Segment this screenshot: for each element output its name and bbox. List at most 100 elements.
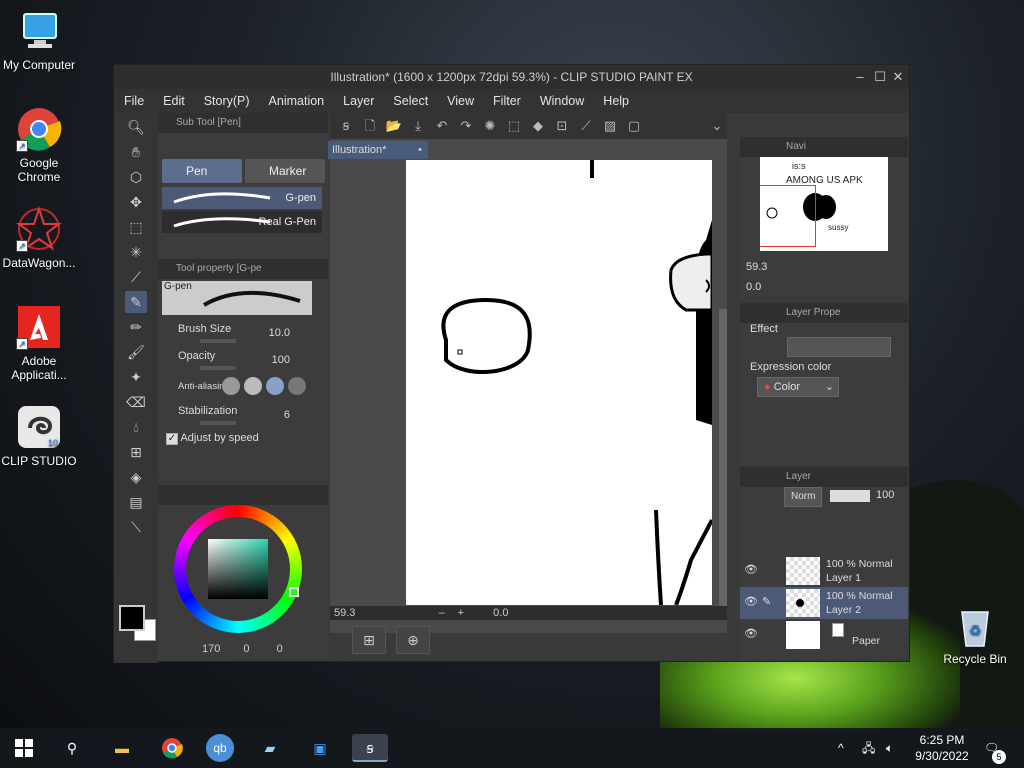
eye-icon[interactable]: 👁︎ [744,563,758,577]
volume-icon[interactable]: 🔈︎ [886,728,893,768]
expression-color-select[interactable]: ● Color ⌄ [757,377,839,397]
canvas-angle-value[interactable]: 0.0 [493,607,508,619]
pencil-tool-icon[interactable]: ✏ [125,316,147,338]
airbrush-icon[interactable]: ✦ [125,366,147,388]
layer-row-paper[interactable]: 👁︎ Paper [740,619,908,651]
brush-real-g-pen[interactable]: Real G-Pen [162,211,322,233]
opacity-row[interactable]: Opacity 100 [162,348,314,373]
eye-icon[interactable]: 👁︎ [744,627,758,641]
layer-row-layer-1[interactable]: 👁︎ 100 % Normal Layer 1 [740,555,908,587]
navigator-angle-value[interactable]: 0.0 [746,281,761,293]
opacity-slider[interactable] [200,366,236,370]
menu-view[interactable]: View [447,94,474,108]
canvas-area[interactable] [330,139,727,633]
undo-icon[interactable]: ↶ [432,116,452,136]
layer-opacity-slider[interactable] [830,490,870,502]
canvas-vertical-scrollbar[interactable] [719,309,727,609]
fill-icon[interactable]: ◆ [528,116,548,136]
clock[interactable]: 6:25 PM 9/30/2022 [912,728,972,764]
control-panel-icon[interactable]: ▣ [306,734,334,762]
clear-selection-icon[interactable]: ⬚ [504,116,524,136]
menu-layer[interactable]: Layer [343,94,374,108]
effect-buttons[interactable] [787,337,891,357]
ruler-icon[interactable]: ⟍ [125,516,147,538]
pen-tool-icon[interactable]: ✎ [125,291,147,313]
canvas-zoom-value[interactable]: 59.3 [334,607,355,619]
new-file-icon[interactable]: 🗋 [360,116,380,136]
eraser-icon[interactable]: ⌫ [125,391,147,413]
auto-select-icon[interactable]: ✳ [125,241,147,263]
desktop-icon-clip-studio[interactable]: 10 CLIP STUDIO [0,404,78,468]
maximize-button[interactable]: ☐ [871,65,889,89]
zoom-in-icon[interactable]: + [458,607,464,619]
zoom-tool-icon[interactable]: 🔍︎ [125,116,147,138]
clip-studio-taskbar-icon[interactable]: ꞩ [352,734,388,762]
chevron-down-icon[interactable]: ⌄ [707,116,727,136]
brush-size-row[interactable]: Brush Size 10.0 [162,321,314,346]
menu-help[interactable]: Help [603,94,629,108]
hue-marker[interactable] [289,587,299,597]
clip-studio-logo-icon[interactable]: ꞩ [336,116,356,136]
brush-size-value[interactable]: 10.0 [269,327,290,339]
figure-icon[interactable]: ⊞ [125,441,147,463]
menu-filter[interactable]: Filter [493,94,521,108]
antialias-medium-icon[interactable] [266,377,284,395]
hand-tool-icon[interactable]: ✋︎ [125,141,147,163]
stabilization-row[interactable]: Stabilization 6 [162,403,314,428]
menu-window[interactable]: Window [540,94,584,108]
eye-icon[interactable]: 👁︎ [744,595,758,609]
blend-mode-select[interactable]: Norm [784,487,822,507]
tab-pen[interactable]: Pen [162,159,242,183]
loading-icon[interactable]: ✺ [480,116,500,136]
eyedropper-icon[interactable]: ⟋ [125,266,147,288]
opacity-value[interactable]: 100 [272,354,290,366]
close-button[interactable]: ✕ [889,65,907,89]
brush-g-pen[interactable]: G-pen [162,187,322,209]
menu-animation[interactable]: Animation [269,94,325,108]
open-folder-icon[interactable]: 📂 [384,116,404,136]
desktop-icon-recycle-bin[interactable]: ♻ Recycle Bin [936,602,1014,666]
hue-wheel[interactable] [174,505,302,633]
adjust-by-speed-row[interactable]: ✓ Adjust by speed [166,432,259,445]
layer-row-layer-2[interactable]: 👁︎ ✎ 100 % Normal Layer 2 [740,587,908,619]
canvas-center-button[interactable]: ⊕ [396,626,430,654]
redo-icon[interactable]: ↷ [456,116,476,136]
navigator-view-frame[interactable] [760,185,816,247]
save-icon[interactable]: ⤓ [408,116,428,136]
navigator-preview[interactable]: is:s AMONG US APK sussy [760,157,888,251]
zoom-out-icon[interactable]: – [438,607,444,619]
move-layer-icon[interactable]: ✥ [125,191,147,213]
desktop-icon-google-chrome[interactable]: ↗ Google Chrome [0,106,78,184]
layer-opacity-value[interactable]: 100 [876,489,894,501]
chrome-taskbar-icon[interactable] [158,734,186,762]
stabilization-slider[interactable] [200,421,236,425]
saturation-value-box[interactable] [208,539,268,599]
file-explorer-icon[interactable]: ▬ [108,734,136,762]
desktop-icon-datawagon[interactable]: ↗ DataWagon... [0,205,78,270]
qbittorrent-icon[interactable]: qb [206,734,234,762]
document-tab[interactable]: Illustration* • [328,141,428,159]
windows-start-icon[interactable] [10,734,38,762]
antialias-strong-icon[interactable] [288,377,306,395]
search-icon[interactable]: ⚲ [58,734,86,762]
drawing-canvas[interactable] [406,160,714,606]
brush-size-slider[interactable] [200,339,236,343]
antialias-weak-icon[interactable] [244,377,262,395]
tab-marker[interactable]: Marker [245,159,325,183]
canvas-fit-button[interactable]: ⊞ [352,626,386,654]
main-color-swatch-front[interactable] [119,605,145,631]
menu-select[interactable]: Select [393,94,428,108]
transform-icon[interactable]: ⊡ [552,116,572,136]
snap-ruler-icon[interactable]: ⟋ [576,116,596,136]
blend-icon[interactable]: 💧︎ [125,416,147,438]
antialias-none-icon[interactable] [222,377,240,395]
selection-icon[interactable]: ⬚ [125,216,147,238]
tab-close-icon[interactable]: • [418,141,422,159]
menu-file[interactable]: File [124,94,144,108]
snap-special-ruler-icon[interactable]: ▨ [600,116,620,136]
desktop-icon-adobe[interactable]: ↗ Adobe Applicati... [0,304,78,382]
navigator-zoom-value[interactable]: 59.3 [746,261,767,273]
antialias-row[interactable]: Anti-aliasin [162,375,314,397]
fill-tool-icon[interactable]: ◈ [125,466,147,488]
menu-edit[interactable]: Edit [163,94,185,108]
